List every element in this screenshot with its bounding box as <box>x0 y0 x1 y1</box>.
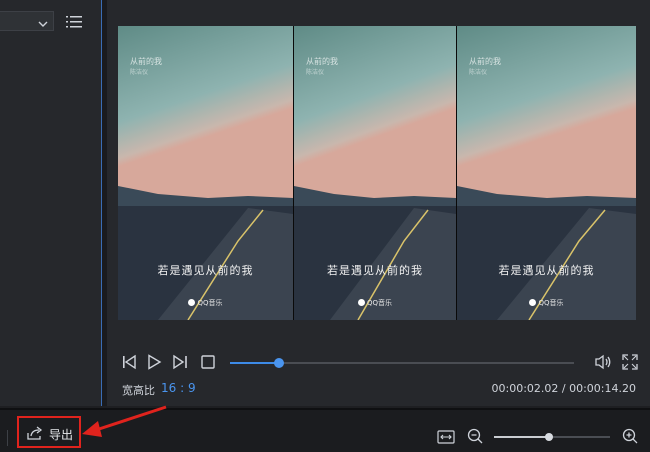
lyric-caption: 若是遇见从前的我 <box>498 264 595 277</box>
zoom-handle[interactable] <box>544 433 553 441</box>
video-tile: 从前的我 陈洁仪 若是遇见从前的我 QQ音乐 <box>294 26 456 320</box>
media-filter-dropdown[interactable] <box>0 11 54 31</box>
volume-icon[interactable] <box>594 354 612 374</box>
artist-name: 陈洁仪 <box>469 69 488 76</box>
progress-fill <box>230 362 279 364</box>
media-panel <box>0 0 102 406</box>
watermark-text: QQ音乐 <box>197 299 223 307</box>
video-preview[interactable]: 从前的我 陈洁仪 若是遇见从前的我 QQ音乐 从前的我 陈洁仪 若是遇见从前的我… <box>118 26 636 320</box>
export-share-icon <box>26 425 44 445</box>
stop-icon[interactable] <box>200 354 216 374</box>
zoom-fill <box>494 436 549 438</box>
watermark: QQ音乐 <box>118 298 293 308</box>
watermark: QQ音乐 <box>457 298 636 308</box>
lyric-caption: 若是遇见从前的我 <box>157 264 254 277</box>
song-title: 从前的我 <box>469 57 501 66</box>
qq-music-icon <box>357 299 365 306</box>
artist-name: 陈洁仪 <box>130 69 149 76</box>
fullscreen-icon[interactable] <box>622 354 638 374</box>
song-title: 从前的我 <box>306 57 338 66</box>
watermark-text: QQ音乐 <box>366 299 393 307</box>
artist-name: 陈洁仪 <box>306 69 325 76</box>
video-tile: 从前的我 陈洁仪 若是遇见从前的我 QQ音乐 <box>118 26 293 320</box>
song-title: 从前的我 <box>130 57 162 66</box>
qq-music-icon <box>529 299 537 306</box>
aspect-ratio-label: 宽高比 <box>122 384 155 397</box>
skip-forward-icon[interactable] <box>172 354 188 374</box>
zoom-out-icon[interactable] <box>467 428 484 449</box>
video-tile: 从前的我 陈洁仪 若是遇见从前的我 QQ音乐 <box>457 26 636 320</box>
zoom-slider[interactable] <box>494 433 610 441</box>
qq-music-icon <box>188 299 196 306</box>
progress-handle[interactable] <box>273 358 284 368</box>
annotation-arrow <box>82 405 167 437</box>
skip-back-icon[interactable] <box>122 354 138 374</box>
watermark-text: QQ音乐 <box>538 299 564 307</box>
play-icon[interactable] <box>146 354 162 374</box>
playback-controls <box>118 352 642 374</box>
export-button[interactable]: 导出 <box>17 416 81 448</box>
progress-slider[interactable] <box>230 358 574 368</box>
timecode: 00:00:02.02 / 00:00:14.20 <box>491 382 637 395</box>
toolbar-separator <box>7 430 8 446</box>
chevron-down-icon <box>37 15 49 34</box>
fit-width-icon[interactable] <box>437 429 455 448</box>
lyric-caption: 若是遇见从前的我 <box>327 264 423 277</box>
zoom-in-icon[interactable] <box>622 428 639 449</box>
export-label: 导出 <box>49 428 74 442</box>
watermark: QQ音乐 <box>294 298 456 308</box>
list-icon[interactable] <box>66 14 82 33</box>
aspect-ratio-value[interactable]: 16 : 9 <box>161 381 196 395</box>
